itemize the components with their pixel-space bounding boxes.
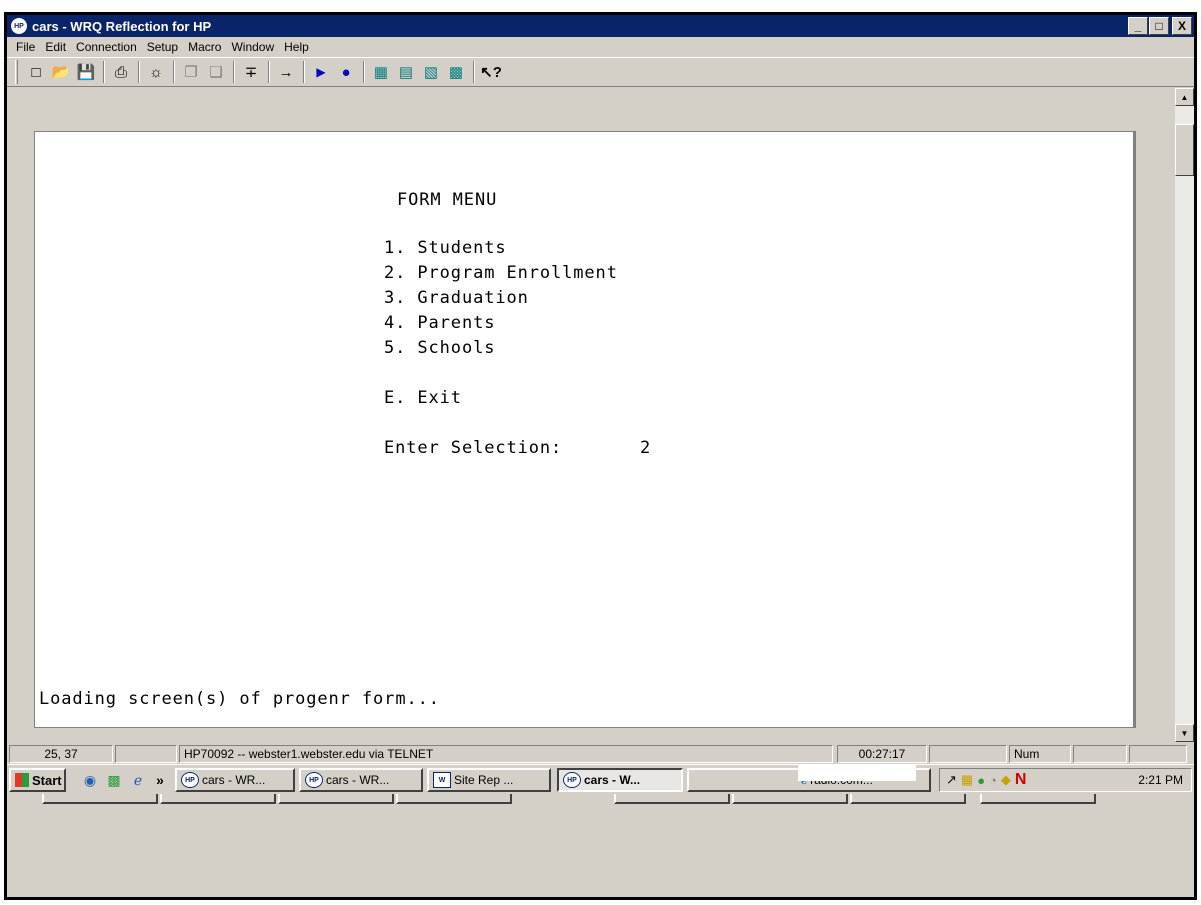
clock[interactable]: 2:21 PM — [1138, 773, 1183, 787]
taskbar-item-cars-2[interactable]: HP cars - WR... — [299, 768, 423, 792]
task-label: cars - W... — [584, 773, 641, 787]
keyboard-map-icon[interactable]: ▧ — [419, 60, 443, 84]
menu-option-students: 1. Students — [384, 238, 507, 258]
taskbar-item-cars-active[interactable]: HP cars - W... — [557, 768, 683, 792]
tray-app-icon[interactable]: ▦ — [961, 772, 973, 788]
connection-info: HP70092 -- webster1.webster.edu via TELN… — [179, 745, 833, 763]
menu-bar: File Edit Connection Setup Macro Window … — [7, 37, 1194, 57]
menu-option-exit: E. Exit — [384, 388, 462, 408]
toolbar-separator — [233, 61, 235, 83]
status-cell-blank — [1129, 745, 1187, 763]
transfer-icon[interactable]: → — [274, 60, 298, 84]
task-label: cars - WR... — [326, 773, 390, 787]
menu-option-schools: 5. Schools — [384, 338, 496, 358]
toolbar-separator — [138, 61, 140, 83]
terminal-screen[interactable]: FORM MENU 1. Students 2. Program Enrollm… — [34, 131, 1136, 728]
security-icon[interactable]: ◆ — [1001, 772, 1011, 788]
taskbar-item-cars-1[interactable]: HP cars - WR... — [175, 768, 295, 792]
menu-option-graduation: 3. Graduation — [384, 288, 529, 308]
settings-icon[interactable]: ▦ — [369, 60, 393, 84]
task-label: cars - WR... — [202, 773, 266, 787]
copy-icon[interactable]: ❐ — [179, 60, 203, 84]
connect-icon[interactable]: ∓ — [239, 60, 263, 84]
new-document-icon[interactable]: □ — [24, 60, 48, 84]
selection-prompt: Enter Selection: — [384, 438, 563, 458]
close-button[interactable]: X — [1172, 17, 1192, 35]
toolbar-separator — [268, 61, 270, 83]
norton-icon[interactable]: N — [1015, 771, 1027, 789]
quick-launch-chevron-icon[interactable]: » — [151, 771, 169, 789]
quick-launch-browser-icon[interactable]: ℯ — [129, 771, 147, 789]
session-timer: 00:27:17 — [837, 745, 927, 763]
menu-edit[interactable]: Edit — [40, 40, 71, 54]
vertical-scrollbar[interactable]: ▲ ▼ — [1175, 88, 1194, 742]
menu-file[interactable]: File — [11, 40, 40, 54]
start-label: Start — [32, 772, 62, 788]
menu-connection[interactable]: Connection — [71, 40, 142, 54]
menu-option-parents: 4. Parents — [384, 313, 496, 333]
scroll-up-icon[interactable]: ▲ — [1175, 88, 1194, 106]
start-button[interactable]: Start — [9, 768, 66, 792]
menu-setup[interactable]: Setup — [142, 40, 183, 54]
paste-icon[interactable]: ❑ — [204, 60, 228, 84]
menu-option-program-enrollment: 2. Program Enrollment — [384, 263, 618, 283]
hp-icon[interactable]: HP — [11, 18, 27, 34]
menu-macro[interactable]: Macro — [183, 40, 226, 54]
play-macro-icon[interactable]: ▶ — [309, 60, 333, 84]
hp-icon: HP — [305, 772, 323, 788]
toolbar-separator — [363, 61, 365, 83]
find-icon[interactable]: ☼ — [144, 60, 168, 84]
title-bar[interactable]: HP cars - WRQ Reflection for HP _ □ X — [7, 15, 1194, 37]
scroll-thumb[interactable] — [1175, 124, 1194, 176]
toolbar-separator — [473, 61, 475, 83]
context-help-icon[interactable]: ↖? — [479, 60, 503, 84]
hp-icon: HP — [181, 772, 199, 788]
status-cell-blank — [929, 745, 1007, 763]
network-icon[interactable]: ↗ — [946, 772, 957, 788]
volume-icon[interactable]: ◔ — [989, 773, 997, 788]
toolbar-separator — [103, 61, 105, 83]
print-icon[interactable]: ⎙ — [109, 60, 133, 84]
status-cell-blank — [1073, 745, 1127, 763]
form-menu-heading: FORM MENU — [397, 190, 498, 210]
word-icon: W — [433, 772, 451, 788]
scroll-down-icon[interactable]: ▼ — [1175, 724, 1194, 742]
status-message: Loading screen(s) of progenr form... — [39, 689, 440, 709]
toolbar-separator — [303, 61, 305, 83]
taskbar-item-site-rep[interactable]: W Site Rep ... — [427, 768, 551, 792]
minimize-button[interactable]: _ — [1128, 17, 1148, 35]
task-label: Site Rep ... — [454, 773, 514, 787]
toolbar-separator — [173, 61, 175, 83]
window-controls: _ □ X — [1127, 17, 1192, 35]
cursor-position: 25, 37 — [9, 745, 113, 763]
save-icon[interactable]: 💾 — [74, 60, 98, 84]
toolbar-grip[interactable] — [15, 60, 18, 84]
color-setup-icon[interactable]: ▩ — [444, 60, 468, 84]
system-tray: ↗ ▦ ● ◔ ◆ N 2:21 PM — [939, 768, 1192, 792]
status-cell-blank — [115, 745, 177, 763]
terminal-area: FORM MENU 1. Students 2. Program Enrollm… — [7, 88, 1173, 804]
status-bar: 25, 37 HP70092 -- webster1.webster.edu v… — [7, 742, 1194, 764]
quick-launch-desktop-icon[interactable]: ▩ — [105, 771, 123, 789]
redaction-box — [798, 765, 916, 781]
menu-help[interactable]: Help — [279, 40, 314, 54]
toolbar: □ 📂 💾 ⎙ ☼ ❐ ❑ ∓ → ▶ ● ▦ ▤ ▧ ▩ ↖? — [7, 57, 1194, 87]
messenger-icon[interactable]: ● — [977, 773, 985, 788]
open-folder-icon[interactable]: 📂 — [49, 60, 73, 84]
record-macro-icon[interactable]: ● — [334, 60, 358, 84]
quick-launch-ie-icon[interactable]: ◉ — [81, 771, 99, 789]
maximize-button[interactable]: □ — [1149, 17, 1169, 35]
display-icon[interactable]: ▤ — [394, 60, 418, 84]
taskbar: Start ◉ ▩ ℯ » HP cars - WR... HP cars - … — [7, 764, 1194, 794]
menu-window[interactable]: Window — [226, 40, 279, 54]
windows-logo-icon — [15, 773, 29, 787]
window-title: cars - WRQ Reflection for HP — [32, 18, 212, 34]
hp-icon: HP — [563, 772, 581, 788]
application-window: g HP cars - WRQ Reflection for HP _ □ X … — [4, 9, 1197, 900]
selection-value[interactable]: 2 — [640, 438, 651, 458]
num-lock-indicator: Num — [1009, 745, 1071, 763]
